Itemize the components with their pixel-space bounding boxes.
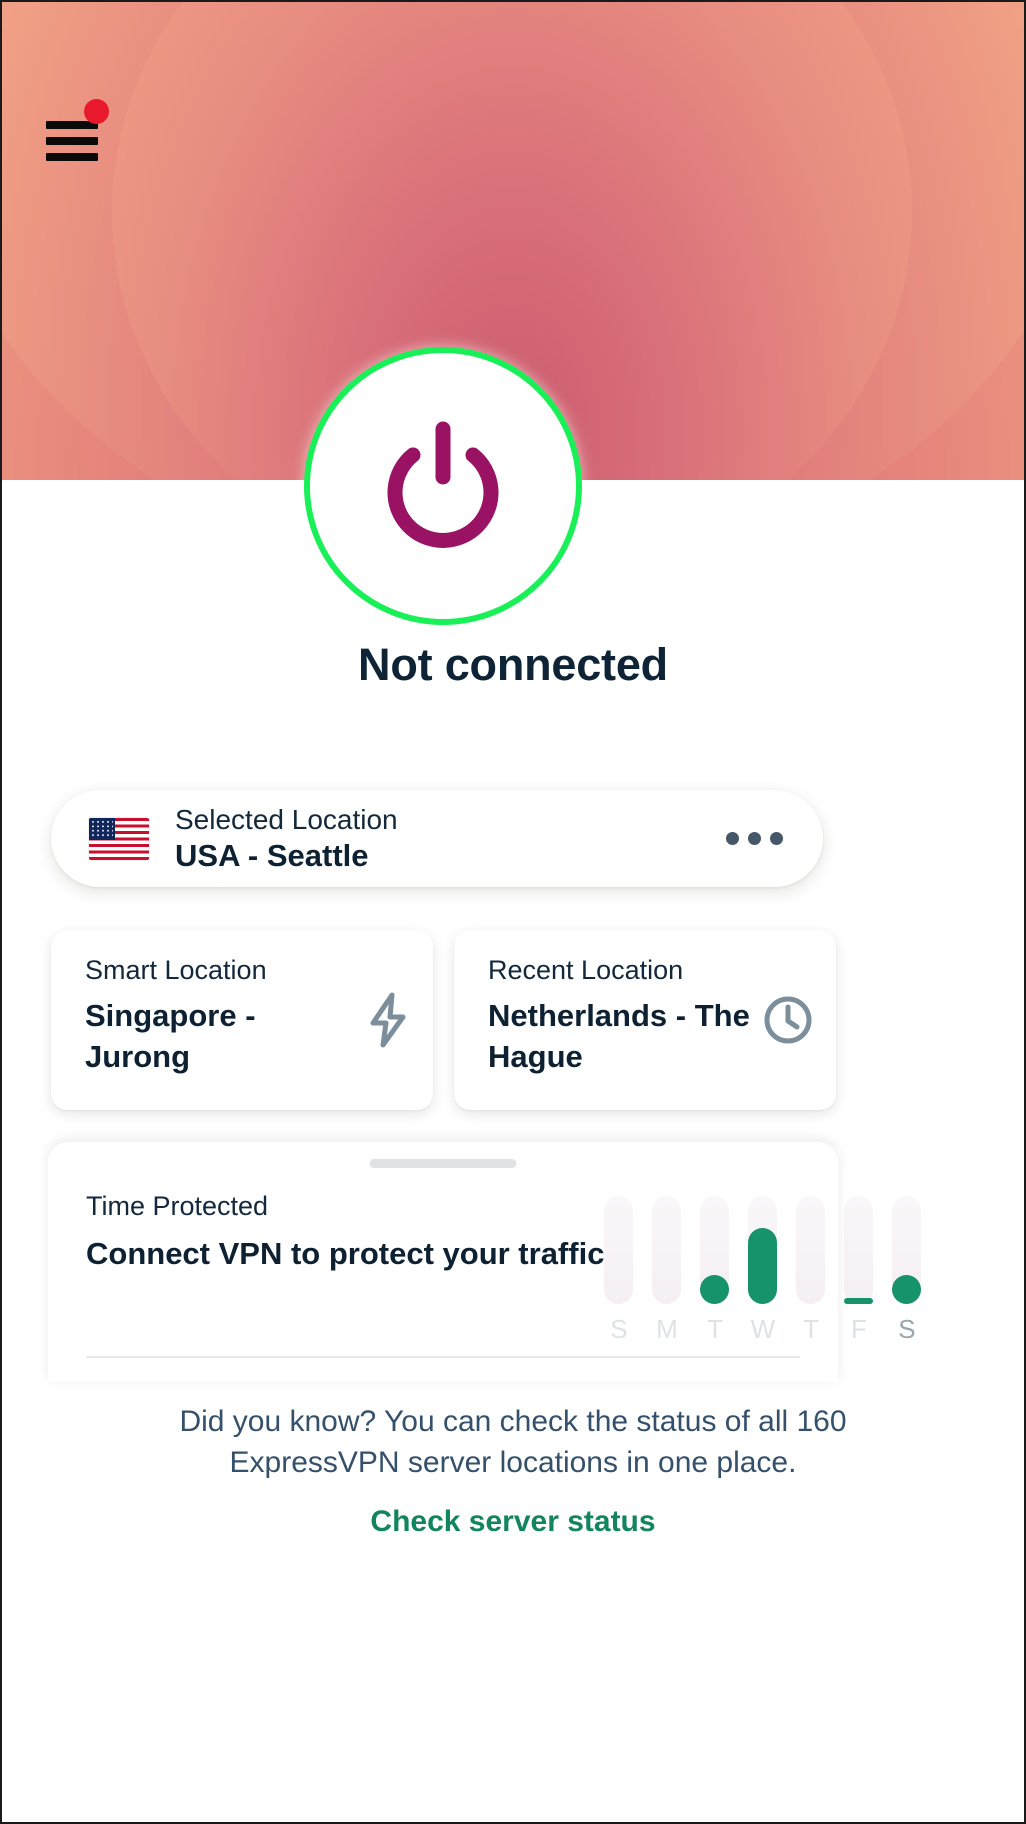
selected-location-card[interactable]: Selected Location USA - Seattle [51, 790, 823, 887]
chart-day-column: W [748, 1196, 778, 1344]
dot [770, 832, 783, 845]
chart-day-track [892, 1196, 922, 1304]
location-shortcuts-row: Smart Location Singapore - Jurong Recent… [51, 930, 836, 1110]
panel-drag-handle[interactable] [369, 1159, 517, 1168]
chart-day-track [604, 1196, 634, 1304]
check-server-status-link[interactable]: Check server status [370, 1505, 655, 1539]
chart-day-label: T [802, 1314, 819, 1344]
hamburger-bar [46, 153, 98, 161]
smart-location-texts: Smart Location Singapore - Jurong [85, 954, 359, 1078]
chart-day-column: T [796, 1196, 826, 1344]
dot [726, 832, 739, 845]
chart-day-label: S [610, 1314, 628, 1344]
chart-day-track [652, 1196, 682, 1304]
selected-location-texts: Selected Location USA - Seattle [175, 803, 398, 875]
power-button-wrapper [304, 347, 582, 625]
smart-location-label: Smart Location [85, 955, 267, 985]
chart-day-label: T [706, 1314, 723, 1344]
chart-day-track [796, 1196, 826, 1304]
lightning-bolt-icon [365, 992, 411, 1053]
chart-day-label: F [850, 1314, 867, 1344]
time-protected-value: Connect VPN to protect your traffic [86, 1236, 605, 1272]
chart-day-column: T [700, 1196, 730, 1344]
chart-day-track [748, 1196, 778, 1304]
panel-divider [86, 1356, 800, 1358]
chart-day-bar [844, 1298, 874, 1304]
connect-power-button[interactable] [304, 347, 582, 625]
selected-location-label: Selected Location [175, 803, 398, 835]
footer-tip-section: Did you know? You can check the status o… [2, 1402, 1024, 1539]
power-icon [387, 421, 499, 548]
smart-location-value: Singapore - Jurong [85, 998, 256, 1075]
time-protected-texts: Time Protected Connect VPN to protect yo… [86, 1190, 604, 1275]
chart-day-column: S [892, 1196, 922, 1344]
hamburger-menu-icon[interactable] [46, 99, 109, 161]
recent-location-value: Netherlands - The Hague [488, 998, 750, 1075]
dot [748, 832, 761, 845]
time-protected-label: Time Protected [86, 1191, 269, 1221]
us-flag-icon [89, 817, 149, 860]
hamburger-bar [46, 137, 98, 145]
chart-day-column: F [844, 1196, 874, 1344]
notification-badge-icon [84, 99, 109, 124]
chart-day-track [700, 1196, 730, 1304]
chart-day-label: S [898, 1314, 916, 1344]
chart-day-label: W [750, 1314, 776, 1344]
recent-location-label: Recent Location [488, 955, 684, 985]
time-protected-panel: Time Protected Connect VPN to protect yo… [48, 1142, 922, 1382]
chart-day-column: M [652, 1196, 682, 1344]
flag-canton [89, 817, 115, 841]
footer-tip-text: Did you know? You can check the status o… [179, 1405, 847, 1479]
recent-location-card[interactable]: Recent Location Netherlands - The Hague [454, 930, 836, 1110]
chart-day-track [844, 1196, 874, 1304]
vpn-app-screen: Not connected Selected Location USA - Se… [0, 0, 1026, 1824]
chart-day-bar [748, 1228, 778, 1304]
chart-day-bar [700, 1275, 730, 1304]
smart-location-card[interactable]: Smart Location Singapore - Jurong [51, 930, 433, 1110]
clock-icon [762, 994, 814, 1051]
time-protected-body: Time Protected Connect VPN to protect yo… [86, 1190, 922, 1342]
weekly-activity-chart[interactable]: SMTWTFS [604, 1196, 927, 1342]
selected-location-value: USA - Seattle [175, 837, 369, 873]
recent-location-texts: Recent Location Netherlands - The Hague [488, 954, 756, 1078]
more-options-icon[interactable] [720, 818, 789, 859]
chart-day-column: S [604, 1196, 634, 1344]
chart-day-label: M [656, 1314, 678, 1344]
chart-day-bar [892, 1275, 922, 1304]
connection-status-text: Not connected [358, 639, 668, 690]
